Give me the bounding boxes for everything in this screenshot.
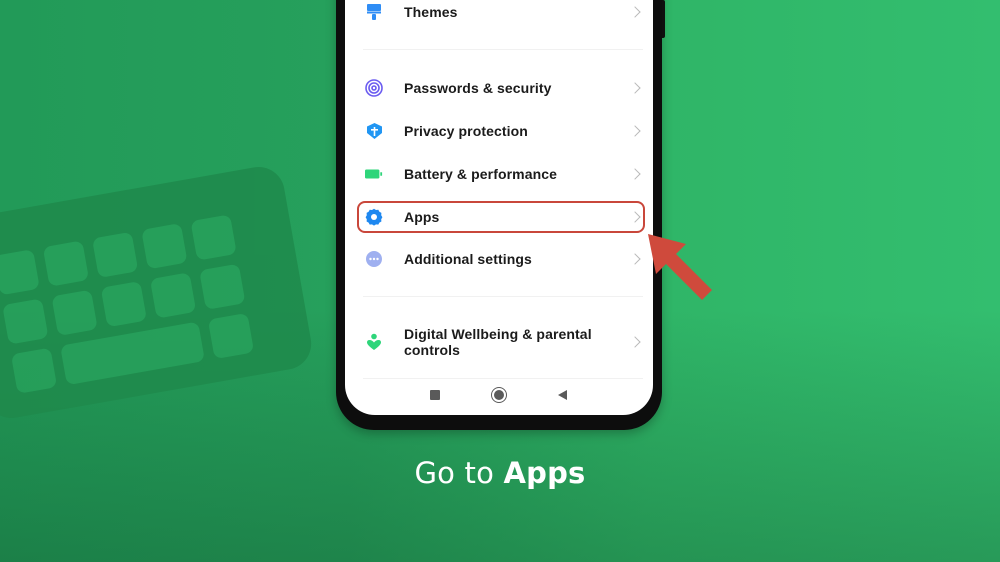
shield-icon: [365, 122, 383, 140]
keyboard-key: [149, 272, 197, 319]
apps-highlight-box: [357, 201, 645, 233]
divider: [363, 49, 643, 50]
keyboard-key: [190, 214, 237, 261]
settings-item-additional-settings[interactable]: Additional settings: [345, 239, 653, 279]
keyboard-key: [51, 289, 98, 336]
keyboard-key: [0, 249, 40, 296]
settings-item-label: Themes: [404, 4, 458, 20]
keyboard-key: [199, 263, 246, 310]
keyboard-key: [141, 223, 188, 270]
settings-item-digital-wellbeing[interactable]: Digital Wellbeing & parental controls: [345, 320, 653, 364]
keyboard-key: [100, 280, 148, 328]
more-dots-icon: [365, 250, 383, 268]
keyboard-key: [91, 231, 139, 279]
chevron-right-icon: [629, 168, 641, 180]
paintbrush-icon: [365, 3, 383, 21]
system-navigation-bar: [345, 377, 653, 415]
chevron-right-icon: [629, 82, 641, 94]
back-triangle-icon[interactable]: [558, 390, 567, 400]
home-circle-icon[interactable]: [491, 387, 507, 403]
keyboard-key: [42, 240, 90, 287]
keyboard-key: [10, 347, 58, 394]
settings-item-label: Additional settings: [404, 251, 532, 267]
recents-square-icon[interactable]: [430, 390, 440, 400]
keyboard-illustration: [0, 162, 316, 423]
caption-prefix: Go to: [414, 456, 504, 490]
caption-emphasis: Apps: [503, 456, 586, 490]
battery-icon: [365, 165, 383, 183]
chevron-right-icon: [629, 336, 641, 348]
pointer-arrow-icon: [648, 234, 712, 300]
chevron-right-icon: [629, 253, 641, 265]
settings-item-label: Privacy protection: [404, 123, 528, 139]
settings-item-battery-performance[interactable]: Battery & performance: [345, 154, 653, 194]
settings-item-label: Digital Wellbeing & parental controls: [404, 326, 592, 358]
wellbeing-heart-icon: [365, 333, 383, 351]
settings-item-privacy-protection[interactable]: Privacy protection: [345, 111, 653, 151]
caption: Go to Apps: [0, 456, 1000, 490]
fingerprint-target-icon: [365, 79, 383, 97]
settings-item-passwords-security[interactable]: Passwords & security: [345, 68, 653, 108]
chevron-right-icon: [629, 6, 641, 18]
settings-item-label: Battery & performance: [404, 166, 558, 182]
divider: [363, 296, 643, 297]
settings-item-label: Passwords & security: [404, 80, 552, 96]
keyboard-key: [2, 298, 49, 345]
keyboard-key: [207, 312, 255, 360]
settings-item-themes[interactable]: Themes: [345, 0, 653, 32]
chevron-right-icon: [629, 125, 641, 137]
